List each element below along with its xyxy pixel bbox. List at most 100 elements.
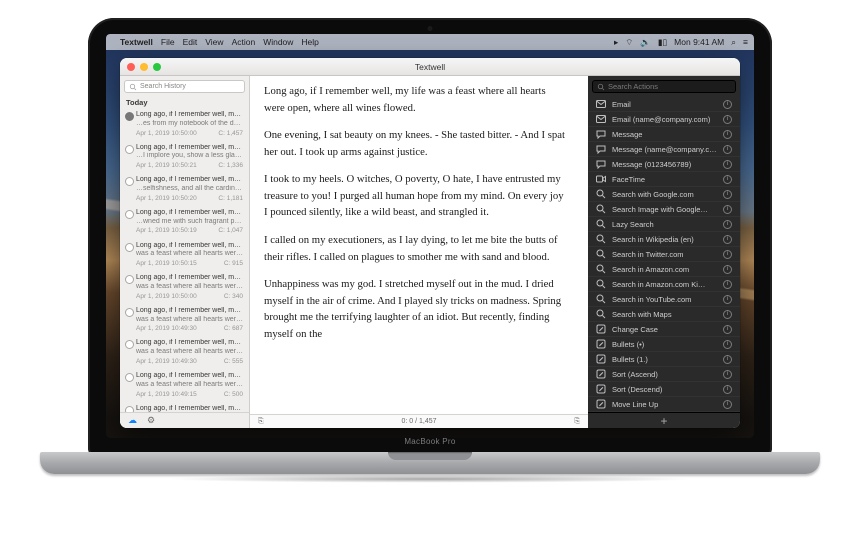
- info-icon[interactable]: i: [723, 310, 732, 319]
- settings-gear-icon[interactable]: ⚙: [147, 415, 155, 426]
- battery-icon[interactable]: ▮▯: [658, 38, 667, 47]
- history-item[interactable]: Long ago, if I remember well, my lifewas…: [120, 239, 249, 272]
- action-item[interactable]: Search in YouTube.comi: [588, 292, 740, 307]
- actions-search[interactable]: Search Actions: [592, 80, 736, 93]
- info-icon[interactable]: i: [723, 205, 732, 214]
- history-sidebar: Search History Today Long ago, if I reme…: [120, 76, 250, 428]
- titlebar[interactable]: Textwell: [120, 58, 740, 76]
- info-icon[interactable]: i: [723, 100, 732, 109]
- control-center-icon[interactable]: ≡: [743, 38, 748, 47]
- action-item[interactable]: Messagei: [588, 127, 740, 142]
- action-item[interactable]: Bullets (•)i: [588, 337, 740, 352]
- close-button[interactable]: [127, 63, 135, 71]
- action-item[interactable]: Bullets (1.)i: [588, 352, 740, 367]
- info-icon[interactable]: i: [723, 340, 732, 349]
- wifi-icon[interactable]: ⌔: [625, 38, 633, 47]
- info-icon[interactable]: i: [723, 400, 732, 409]
- cloud-sync-icon[interactable]: ☁: [128, 415, 137, 426]
- info-icon[interactable]: i: [723, 130, 732, 139]
- action-item[interactable]: Search in Amazon.com Ki…i: [588, 277, 740, 292]
- paragraph[interactable]: One evening, I sat beauty on my knees. -…: [264, 127, 568, 160]
- info-icon[interactable]: i: [723, 190, 732, 199]
- history-search-placeholder: Search History: [140, 83, 186, 90]
- info-icon[interactable]: i: [723, 250, 732, 259]
- history-item[interactable]: Long ago, if I remember well, my lifewas…: [120, 402, 249, 412]
- info-icon[interactable]: i: [723, 355, 732, 364]
- info-icon[interactable]: i: [723, 220, 732, 229]
- info-icon[interactable]: i: [723, 385, 732, 394]
- action-item[interactable]: Lazy Search i: [588, 217, 740, 232]
- bubble-icon: [596, 130, 606, 139]
- history-list[interactable]: Long ago, if I remember well, my life……e…: [120, 108, 249, 412]
- history-item-chars: C: 1,047: [218, 227, 243, 235]
- volume-icon[interactable]: 🔊: [640, 38, 651, 47]
- airplay-icon[interactable]: ▸: [614, 38, 618, 47]
- menu-file[interactable]: File: [161, 37, 175, 47]
- history-item[interactable]: Long ago, if I remember well, my life……s…: [120, 173, 249, 206]
- action-item[interactable]: Sort (Descend)i: [588, 382, 740, 397]
- action-item[interactable]: Email (name@company.com)i: [588, 112, 740, 127]
- action-item[interactable]: FaceTime i: [588, 172, 740, 187]
- history-item-chars: C: 500: [224, 391, 243, 399]
- actions-list[interactable]: EmailiEmail (name@company.com)iMessageiM…: [588, 97, 740, 412]
- laptop-deck: MacBook Pro: [40, 452, 820, 492]
- search-icon: [596, 294, 606, 304]
- action-item[interactable]: Search in Twitter.comi: [588, 247, 740, 262]
- info-icon[interactable]: i: [723, 235, 732, 244]
- action-item[interactable]: Search with Mapsi: [588, 307, 740, 322]
- paragraph[interactable]: Long ago, if I remember well, my life wa…: [264, 83, 568, 116]
- history-item-title: Long ago, if I remember well, my life: [136, 307, 243, 316]
- action-item[interactable]: Change Casei: [588, 322, 740, 337]
- info-icon[interactable]: i: [723, 160, 732, 169]
- action-item[interactable]: Message (name@company.com)i: [588, 142, 740, 157]
- info-icon[interactable]: i: [723, 115, 732, 124]
- paragraph[interactable]: Unhappiness was my god. I stretched myse…: [264, 276, 568, 342]
- minimize-button[interactable]: [140, 63, 148, 71]
- paragraph[interactable]: I called on my executioners, as I lay dy…: [264, 232, 568, 265]
- info-icon[interactable]: i: [723, 295, 732, 304]
- app-name[interactable]: Textwell: [120, 37, 153, 47]
- history-item[interactable]: Long ago, if I remember well, my life……w…: [120, 206, 249, 239]
- history-item[interactable]: Long ago, if I remember well, my life……e…: [120, 108, 249, 141]
- export-right-button[interactable]: ⎘: [574, 418, 580, 426]
- menu-action[interactable]: Action: [232, 37, 256, 47]
- action-item[interactable]: Message (0123456789)i: [588, 157, 740, 172]
- device-brand: MacBook Pro: [40, 437, 820, 446]
- info-icon[interactable]: i: [723, 370, 732, 379]
- add-action-button[interactable]: +: [588, 412, 740, 428]
- history-item[interactable]: Long ago, if I remember well, my lifewas…: [120, 304, 249, 337]
- paragraph[interactable]: I took to my heels. O witches, O poverty…: [264, 171, 568, 221]
- history-item[interactable]: Long ago, if I remember well, my life……I…: [120, 141, 249, 174]
- search-icon: [596, 189, 606, 199]
- info-icon[interactable]: i: [723, 175, 732, 184]
- document-text[interactable]: Long ago, if I remember well, my life wa…: [250, 76, 588, 414]
- action-item[interactable]: Sort (Ascend)i: [588, 367, 740, 382]
- info-icon[interactable]: i: [723, 265, 732, 274]
- action-label: Lazy Search: [612, 220, 717, 229]
- action-item[interactable]: Search in Amazon.comi: [588, 262, 740, 277]
- action-item[interactable]: Emaili: [588, 97, 740, 112]
- menu-view[interactable]: View: [205, 37, 223, 47]
- search-icon: [596, 309, 606, 319]
- history-item-title: Long ago, if I remember well, my life: [136, 242, 243, 251]
- info-icon[interactable]: i: [723, 325, 732, 334]
- history-item[interactable]: Long ago, if I remember well, my lifewas…: [120, 271, 249, 304]
- info-icon[interactable]: i: [723, 145, 732, 154]
- spotlight-icon[interactable]: ⌕: [731, 38, 736, 47]
- menu-help[interactable]: Help: [301, 37, 318, 47]
- action-label: FaceTime: [612, 175, 717, 184]
- menu-window[interactable]: Window: [263, 37, 293, 47]
- history-item[interactable]: Long ago, if I remember well, my lifewas…: [120, 336, 249, 369]
- history-search[interactable]: Search History: [124, 80, 245, 93]
- action-item[interactable]: Search in Wikipedia (en)i: [588, 232, 740, 247]
- action-item[interactable]: Search Image with Google…i: [588, 202, 740, 217]
- menubar-clock[interactable]: Mon 9:41 AM: [674, 38, 724, 47]
- action-item[interactable]: Search with Google.comi: [588, 187, 740, 202]
- menu-edit[interactable]: Edit: [183, 37, 198, 47]
- bubble-icon: [596, 160, 606, 169]
- zoom-button[interactable]: [153, 63, 161, 71]
- info-icon[interactable]: i: [723, 280, 732, 289]
- export-left-button[interactable]: ⎘: [258, 418, 264, 426]
- history-item[interactable]: Long ago, if I remember well, my lifewas…: [120, 369, 249, 402]
- action-item[interactable]: Move Line Upi: [588, 397, 740, 412]
